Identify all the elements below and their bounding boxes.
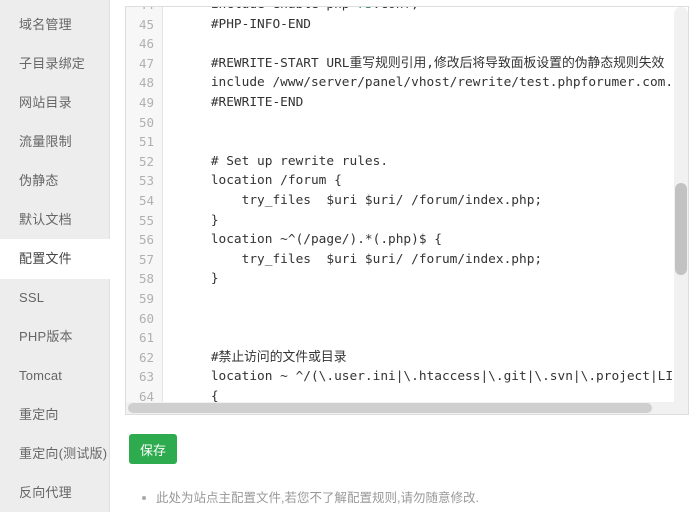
- sidebar-item-4[interactable]: 伪静态: [0, 161, 110, 201]
- code-line[interactable]: location ~^(/page/).*(.php)$ {: [164, 230, 673, 250]
- code-line[interactable]: }: [164, 211, 673, 231]
- line-number: 60: [138, 310, 154, 326]
- code-line[interactable]: try_files $uri $uri/ /forum/index.php;: [164, 250, 673, 270]
- editor-horizontal-scrollbar[interactable]: [126, 402, 688, 414]
- help-note-text: 此处为站点主配置文件,若您不了解配置规则,请勿随意修改.: [156, 491, 479, 505]
- code-line[interactable]: [164, 34, 673, 54]
- sidebar-item-label: 网站目录: [19, 95, 72, 110]
- line-number: 45: [138, 16, 154, 32]
- code-line[interactable]: [164, 309, 673, 329]
- sidebar-item-5[interactable]: 默认文档: [0, 200, 110, 240]
- line-number: 46: [138, 36, 154, 52]
- sidebar-item-1[interactable]: 子目录绑定: [0, 44, 110, 84]
- sidebar-item-2[interactable]: 网站目录: [0, 83, 110, 123]
- code-line[interactable]: #禁止访问的文件或目录: [164, 348, 673, 368]
- sidebar-item-label: 反向代理: [19, 485, 72, 500]
- code-content-area[interactable]: include enable-php-73.conf; #PHP-INFO-EN…: [164, 7, 673, 414]
- sidebar-item-6[interactable]: 配置文件: [0, 239, 110, 279]
- sidebar-item-label: 流量限制: [19, 134, 72, 149]
- sidebar-item-label: 子目录绑定: [19, 56, 86, 71]
- sidebar-item-label: 伪静态: [19, 173, 59, 188]
- sidebar-item-label: 默认文档: [19, 212, 72, 227]
- line-number: 54: [138, 192, 154, 208]
- sidebar-item-label: 配置文件: [19, 251, 72, 266]
- line-number: 57: [138, 251, 154, 267]
- line-number: 63: [138, 369, 154, 385]
- code-line[interactable]: try_files $uri $uri/ /forum/index.php;: [164, 191, 673, 211]
- sidebar-item-0[interactable]: 域名管理: [0, 5, 110, 45]
- sidebar-item-label: 重定向(测试版): [19, 446, 108, 461]
- code-line[interactable]: #REWRITE-END: [164, 93, 673, 113]
- bullet-icon: [142, 496, 146, 500]
- editor-vertical-scrollbar[interactable]: [674, 7, 688, 414]
- line-number: 51: [138, 134, 154, 150]
- sidebar-item-label: 重定向: [19, 407, 59, 422]
- line-number: 59: [138, 290, 154, 306]
- code-line[interactable]: location /forum {: [164, 171, 673, 191]
- line-number: 53: [138, 173, 154, 189]
- code-line[interactable]: [164, 132, 673, 152]
- config-file-editor[interactable]: 4445 46 47 48 49 50 51 52 53 54 55 56 57 58 59 60 61 62 63…: [125, 6, 689, 415]
- sidebar-item-7[interactable]: SSL: [0, 278, 110, 318]
- sidebar-item-8[interactable]: PHP版本: [0, 317, 110, 357]
- line-number: 44: [126, 7, 162, 15]
- settings-sidebar: 域名管理子目录绑定网站目录流量限制伪静态默认文档配置文件 SSL PHP版本 Tomc…: [0, 0, 110, 512]
- line-number: 47: [138, 55, 154, 71]
- sidebar-item-9[interactable]: Tomcat: [0, 356, 110, 396]
- code-line[interactable]: #REWRITE-START URL重写规则引用,修改后将导致面板设置的伪静态规…: [164, 54, 673, 74]
- sidebar-item-10[interactable]: 重定向: [0, 395, 110, 435]
- code-line[interactable]: include /www/server/panel/vhost/rewrite/…: [164, 73, 673, 93]
- line-number: 61: [138, 330, 154, 346]
- save-button[interactable]: 保存: [129, 434, 177, 464]
- code-line[interactable]: [164, 289, 673, 309]
- help-notes-list: 此处为站点主配置文件,若您不了解配置规则,请勿随意修改.: [140, 489, 479, 507]
- code-line[interactable]: include enable-php-73.conf;: [164, 7, 673, 15]
- help-note: 此处为站点主配置文件,若您不了解配置规则,请勿随意修改.: [140, 489, 479, 507]
- site-config-panel: 域名管理子目录绑定网站目录流量限制伪静态默认文档配置文件 SSL PHP版本 Tomc…: [0, 0, 699, 522]
- sidebar-item-11[interactable]: 重定向(测试版): [0, 434, 110, 474]
- line-number: 49: [138, 94, 154, 110]
- code-line[interactable]: #PHP-INFO-END: [164, 15, 673, 35]
- line-number: 58: [138, 271, 154, 287]
- horizontal-scrollbar-thumb[interactable]: [128, 403, 652, 413]
- sidebar-item-12[interactable]: 反向代理: [0, 473, 110, 513]
- line-number: 52: [138, 153, 154, 169]
- code-line[interactable]: location ~ ^/(\.user.ini|\.htaccess|\.gi…: [164, 367, 673, 387]
- sidebar-item-3[interactable]: 流量限制: [0, 122, 110, 162]
- line-number: 48: [138, 75, 154, 91]
- code-line[interactable]: # Set up rewrite rules.: [164, 152, 673, 172]
- line-number-gutter: 4445 46 47 48 49 50 51 52 53 54 55 56 57 58 59 60 61 62 63…: [126, 7, 163, 414]
- line-number: 56: [138, 232, 154, 248]
- sidebar-item-label: PHP版本: [19, 329, 73, 344]
- code-line[interactable]: [164, 328, 673, 348]
- sidebar-item-label: Tomcat: [19, 368, 63, 383]
- vertical-scrollbar-thumb[interactable]: [675, 183, 687, 275]
- sidebar-item-label: SSL: [19, 290, 45, 305]
- sidebar-item-label: 域名管理: [19, 17, 72, 32]
- code-line[interactable]: }: [164, 269, 673, 289]
- line-number: 50: [138, 114, 154, 130]
- line-number: 55: [138, 212, 154, 228]
- line-number: 62: [138, 349, 154, 365]
- code-line[interactable]: [164, 113, 673, 133]
